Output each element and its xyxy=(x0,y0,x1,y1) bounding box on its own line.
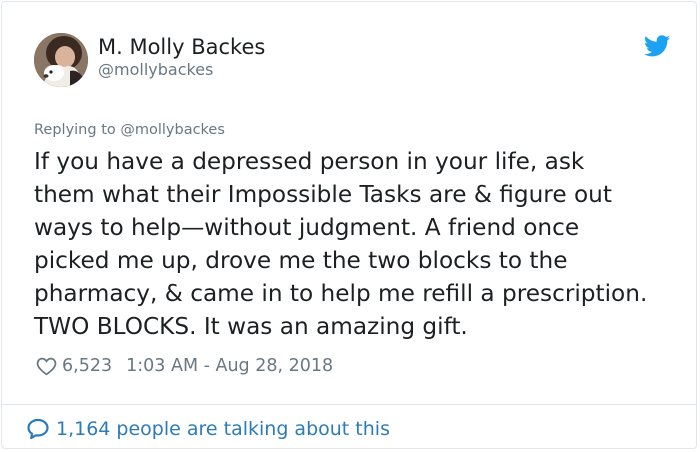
tweet-text: If you have a depressed person in your l… xyxy=(34,145,684,343)
reply-context[interactable]: Replying to @mollybackes xyxy=(34,121,225,139)
avatar[interactable] xyxy=(34,33,88,87)
tweet-meta: 6,523 1:03 AM - Aug 28, 2018 xyxy=(36,354,333,378)
tweet-timestamp[interactable]: 1:03 AM - Aug 28, 2018 xyxy=(126,356,333,376)
like-count[interactable]: 6,523 xyxy=(62,356,112,376)
conversation-link[interactable]: 1,164 people are talking about this xyxy=(26,416,390,442)
author-display-name[interactable]: M. Molly Backes xyxy=(98,35,265,59)
tweet-text-line: pharmacy, & came in to help me refill a … xyxy=(34,280,648,307)
conversation-label[interactable]: 1,164 people are talking about this xyxy=(56,418,390,440)
tweet-text-line: ways to help—without judgment. A friend … xyxy=(34,214,580,241)
divider xyxy=(2,404,696,405)
tweet-text-line: If you have a depressed person in your l… xyxy=(34,148,585,175)
tweet-text-line: TWO BLOCKS. It was an amazing gift. xyxy=(34,313,468,340)
author-handle[interactable]: @mollybackes xyxy=(98,60,213,80)
speech-bubble-icon xyxy=(27,418,49,440)
tweet-text-line: them what their Impossible Tasks are & f… xyxy=(34,181,612,208)
tweet-card: M. Molly Backes @mollybackes Replying to… xyxy=(1,1,697,449)
heart-icon[interactable] xyxy=(36,356,57,376)
twitter-bird-icon[interactable] xyxy=(644,35,670,57)
tweet-text-line: picked me up, drove me the two blocks to… xyxy=(34,247,568,274)
